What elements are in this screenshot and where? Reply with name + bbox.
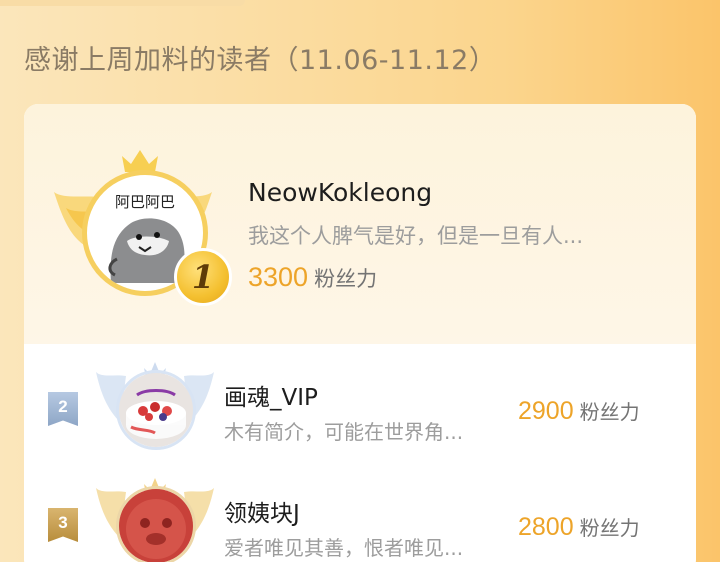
rank-flag-icon: 3: [48, 508, 78, 542]
list-item[interactable]: 3 领姨块J 爱者唯见其善，恨者唯见... 2800 粉丝力: [24, 460, 696, 562]
score-value: 3300: [248, 262, 309, 292]
avatar-caption: 阿巴阿巴: [115, 193, 175, 211]
score-unit: 粉丝力: [579, 516, 640, 540]
top-divider: [0, 0, 245, 6]
score-unit: 粉丝力: [314, 267, 378, 291]
reader-name[interactable]: 画魂_VIP: [224, 378, 318, 412]
reader-name[interactable]: 领姨块J: [224, 494, 300, 528]
page-title: 感谢上周加料的读者（11.06-11.12）: [24, 45, 497, 76]
avatar[interactable]: [116, 370, 196, 450]
avatar[interactable]: [116, 486, 196, 562]
reader-bio: 爱者唯见其善，恨者唯见...: [224, 536, 464, 560]
red-character-image: [119, 489, 193, 562]
avatar-frame: [96, 466, 214, 562]
list-item[interactable]: 2 画魂_VIP 木有简介，可能在世界角... 2900 粉丝力: [24, 344, 696, 464]
fan-power-score: 2900 粉丝力: [518, 396, 640, 426]
fan-power-score: 3300 粉丝力: [248, 262, 377, 293]
reader-bio: 我这个人脾气是好，但是一旦有人...: [248, 224, 584, 248]
ranking-card: 阿巴阿巴 1 NeowKokleong 我这个人脾气是好，但是一旦有人... 3…: [24, 104, 696, 562]
rank-medal-1: 1: [174, 248, 232, 306]
reader-name[interactable]: NeowKokleong: [248, 178, 432, 207]
champion-avatar-frame: 阿巴阿巴 1: [52, 148, 232, 306]
rank-flag-icon: 2: [48, 392, 78, 426]
score-unit: 粉丝力: [579, 400, 640, 424]
reader-bio: 木有简介，可能在世界角...: [224, 420, 464, 444]
avatar-frame: [96, 350, 214, 462]
score-value: 2800: [518, 513, 574, 541]
score-value: 2900: [518, 397, 574, 425]
fan-power-score: 2800 粉丝力: [518, 512, 640, 542]
birthday-cake-image: [119, 373, 193, 447]
champion-entry[interactable]: 阿巴阿巴 1 NeowKokleong 我这个人脾气是好，但是一旦有人... 3…: [24, 104, 696, 344]
